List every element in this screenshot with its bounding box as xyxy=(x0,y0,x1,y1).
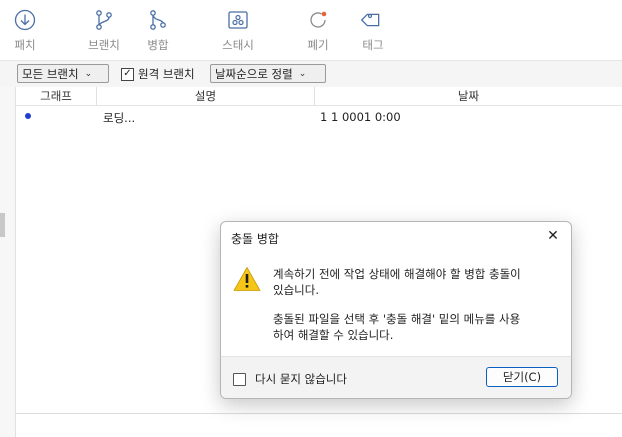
column-header-description[interactable]: 설명 xyxy=(97,88,314,104)
dialog-message-line2: 있습니다. xyxy=(273,283,319,297)
merge-button[interactable]: 병합 xyxy=(133,8,183,53)
chevron-down-icon: ⌄ xyxy=(84,68,93,79)
dialog-title: 충돌 병합 xyxy=(231,232,279,246)
tag-label: 태그 xyxy=(362,38,384,52)
commit-grid-header: 그래프 설명 날짜 xyxy=(16,87,622,106)
stash-icon xyxy=(228,11,248,29)
branch-filter-value: 모든 브랜치 xyxy=(22,66,79,81)
dont-ask-again-toggle[interactable]: 다시 묻지 않습니다 xyxy=(233,371,347,387)
sort-select-value: 날짜순으로 정렬 xyxy=(215,66,293,81)
tag-icon xyxy=(361,13,380,27)
filter-bar: 모든 브랜치 ⌄ ✓ 원격 브랜치 날짜순으로 정렬 ⌄ xyxy=(0,60,622,88)
remote-branches-checkbox[interactable]: ✓ xyxy=(121,67,134,81)
merge-icon xyxy=(150,10,166,30)
merge-conflict-dialog: 충돌 병합 ✕ 계속하기 전에 작업 상태에 해결해야 할 병합 충돌이 있습니… xyxy=(220,221,572,399)
patch-button[interactable]: 패치 xyxy=(0,8,50,53)
branch-button[interactable]: 브랜치 xyxy=(79,8,129,53)
warning-icon xyxy=(233,267,261,291)
dialog-footer: 다시 묻지 않습니다 닫기(C) xyxy=(221,356,571,398)
close-button[interactable]: 닫기(C) xyxy=(486,367,558,387)
merge-label: 병합 xyxy=(147,38,169,52)
toolbar: 패치 브랜치 병합 스태시 폐기 태그 xyxy=(0,0,622,58)
column-header-date[interactable]: 날짜 xyxy=(315,88,622,104)
stash-button[interactable]: 스태시 xyxy=(213,8,263,53)
branch-icon xyxy=(96,10,112,30)
left-panel-strip xyxy=(0,87,16,437)
patch-label: 패치 xyxy=(14,38,36,52)
remote-branches-label: 원격 브랜치 xyxy=(138,67,195,81)
close-icon[interactable]: ✕ xyxy=(544,227,562,245)
dialog-message-line3: 충돌된 파일을 선택 후 '충돌 해결' 밑의 메뉴를 사용 xyxy=(273,312,521,326)
discard-icon xyxy=(310,11,327,28)
remote-branches-toggle[interactable]: ✓ 원격 브랜치 xyxy=(121,66,195,82)
discard-button[interactable]: 폐기 xyxy=(293,8,343,53)
branch-label: 브랜치 xyxy=(88,38,120,52)
dont-ask-again-checkbox[interactable] xyxy=(233,372,246,386)
patch-icon xyxy=(14,9,36,31)
discard-label: 폐기 xyxy=(307,38,329,52)
branch-filter-select[interactable]: 모든 브랜치 ⌄ xyxy=(17,64,109,83)
dont-ask-again-label: 다시 묻지 않습니다 xyxy=(255,372,347,386)
graph-commit-dot xyxy=(25,113,31,119)
tag-button[interactable]: 태그 xyxy=(348,8,398,53)
stash-label: 스태시 xyxy=(222,38,254,52)
column-header-graph[interactable]: 그래프 xyxy=(16,88,96,104)
table-row[interactable]: 로딩... 1 1 0001 0:00 xyxy=(16,108,622,126)
row-description: 로딩... xyxy=(103,111,136,125)
panel-splitter-handle[interactable] xyxy=(0,213,5,237)
row-date: 1 1 0001 0:00 xyxy=(320,110,401,124)
grid-bottom-divider xyxy=(16,413,622,414)
dialog-body: 계속하기 전에 작업 상태에 해결해야 할 병합 충돌이 있습니다. 충돌된 파… xyxy=(221,252,571,356)
sort-select[interactable]: 날짜순으로 정렬 ⌄ xyxy=(210,64,326,83)
dialog-message-line4: 하여 해결할 수 있습니다. xyxy=(273,328,394,342)
dialog-message-line1: 계속하기 전에 작업 상태에 해결해야 할 병합 충돌이 xyxy=(273,267,521,281)
chevron-down-icon: ⌄ xyxy=(298,68,307,79)
